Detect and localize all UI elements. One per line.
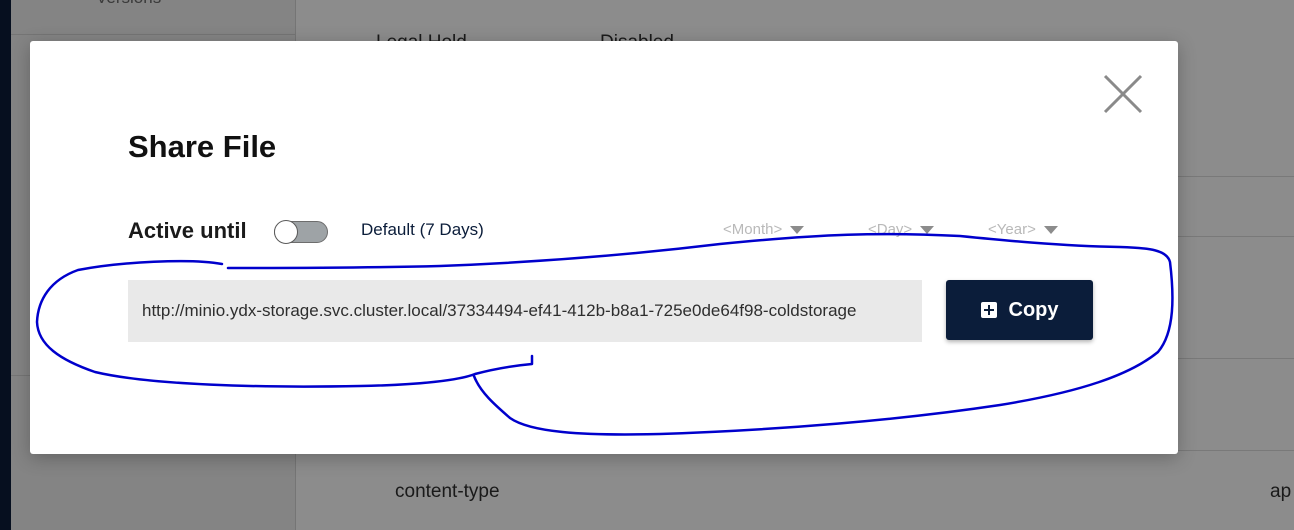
copy-button-label: Copy xyxy=(1008,298,1059,321)
month-select[interactable]: <Month> xyxy=(723,221,805,238)
share-file-modal: Share File Active until Default (7 Days)… xyxy=(30,41,1178,454)
month-select-value: <Month> xyxy=(723,221,783,238)
active-until-toggle[interactable] xyxy=(274,220,328,244)
day-select[interactable]: <Day> xyxy=(868,221,935,238)
year-select[interactable]: <Year> xyxy=(988,221,1058,238)
year-select-value: <Year> xyxy=(988,221,1036,238)
active-until-label: Active until xyxy=(128,218,247,243)
share-url-field[interactable]: http://minio.ydx-storage.svc.cluster.loc… xyxy=(128,280,922,342)
copy-button[interactable]: Copy xyxy=(946,280,1093,340)
caret-down-icon xyxy=(1043,225,1058,234)
default-expiry-label: Default (7 Days) xyxy=(361,220,484,239)
day-select-value: <Day> xyxy=(868,221,913,238)
plus-square-icon xyxy=(980,302,997,318)
caret-down-icon xyxy=(920,225,935,234)
close-icon[interactable] xyxy=(1102,73,1144,115)
modal-title: Share File xyxy=(128,129,277,164)
caret-down-icon xyxy=(790,225,805,234)
toggle-knob xyxy=(274,220,298,244)
